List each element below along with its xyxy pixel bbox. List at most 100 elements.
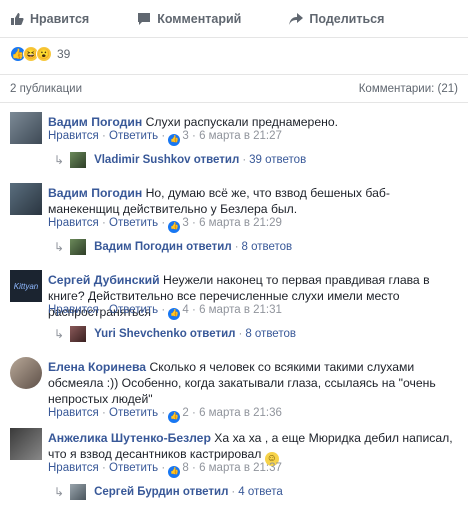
- reply-arrow-icon: ↳: [54, 327, 65, 341]
- comment-actions: Нравится · Ответить · 👍 4 · 6 марта в 21:…: [48, 304, 282, 320]
- comment-timestamp[interactable]: 6 марта в 21:31: [199, 304, 282, 316]
- comment-timestamp[interactable]: 6 марта в 21:29: [199, 217, 282, 229]
- comment: Kittyan Сергей Дубинский Неужели наконец…: [10, 270, 460, 346]
- comment-button[interactable]: Комментарий: [137, 12, 241, 26]
- separator: ·: [238, 328, 243, 340]
- comment-like-count[interactable]: 2: [182, 407, 188, 419]
- comment-author[interactable]: Анжелика Шутенко-Безлер: [48, 431, 211, 445]
- reply-author: Vladimir Sushkov ответил: [94, 154, 240, 166]
- like-badge-icon: 👍: [168, 134, 181, 146]
- comment-reply-link[interactable]: Ответить: [109, 217, 158, 229]
- comment-body: Анжелика Шутенко-Безлер Ха ха ха , а еще…: [48, 430, 458, 466]
- comment-reply-link[interactable]: Ответить: [109, 407, 158, 419]
- comment: Анжелика Шутенко-Безлер Ха ха ха , а еще…: [10, 428, 460, 504]
- comment-reply-link[interactable]: Ответить: [109, 130, 158, 142]
- comment-timestamp[interactable]: 6 марта в 21:37: [199, 462, 282, 474]
- reply-count: 39 ответов: [249, 154, 307, 166]
- separator: ·: [161, 130, 166, 142]
- like-badge-icon: 👍: [168, 411, 181, 423]
- reply-count: 8 ответов: [245, 328, 296, 340]
- reply-arrow-icon: ↳: [54, 240, 65, 254]
- wow-reaction-icon: 😮: [36, 46, 52, 62]
- comment-timestamp[interactable]: 6 марта в 21:27: [199, 130, 282, 142]
- comment-like-link[interactable]: Нравится: [48, 304, 99, 316]
- avatar[interactable]: [10, 357, 42, 389]
- comment-author[interactable]: Вадим Погодин: [48, 115, 142, 129]
- share-comment-bar: 2 публикации Комментарии: (21): [0, 74, 468, 102]
- reply-arrow-icon: ↳: [54, 153, 65, 167]
- share-button[interactable]: Поделиться: [289, 12, 384, 26]
- comment-actions: Нравится · Ответить · 👍 2 · 6 марта в 21:…: [48, 407, 282, 423]
- separator: ·: [231, 486, 236, 498]
- comment-author[interactable]: Сергей Дубинский: [48, 273, 160, 287]
- comment-body: Елена Коринева Сколько я человек со всяк…: [48, 359, 458, 407]
- avatar[interactable]: Kittyan: [10, 270, 42, 302]
- replies-thread-link[interactable]: ↳ Вадим Погодин ответил · 8 ответов: [54, 239, 292, 255]
- separator: ·: [101, 130, 106, 142]
- comment-label: Комментарий: [157, 11, 242, 26]
- separator: ·: [161, 217, 166, 229]
- comment-like-link[interactable]: Нравится: [48, 462, 99, 474]
- separator: ·: [161, 304, 166, 316]
- post-action-bar: Нравится Комментарий Поделиться: [0, 0, 468, 38]
- reactions-count: 39: [57, 47, 71, 61]
- comment: Елена Коринева Сколько я человек со всяк…: [10, 357, 460, 423]
- reply-avatar: [70, 484, 87, 500]
- avatar[interactable]: [10, 428, 42, 460]
- comment-reply-link[interactable]: Ответить: [109, 462, 158, 474]
- reply-avatar: [70, 152, 87, 168]
- like-badge-icon: 👍: [168, 308, 181, 320]
- comment-actions: Нравится · Ответить · 👍 3 · 6 марта в 21:…: [48, 217, 282, 233]
- publications-link[interactable]: 2 публикации: [10, 83, 82, 95]
- reply-author: Сергей Бурдин ответил: [94, 486, 229, 498]
- comment-like-link[interactable]: Нравится: [48, 130, 99, 142]
- like-badge-icon: 👍: [168, 221, 181, 233]
- replies-thread-link[interactable]: ↳ Сергей Бурдин ответил · 4 ответа: [54, 484, 283, 500]
- like-label: Нравится: [30, 11, 90, 26]
- reply-arrow-icon: ↳: [54, 485, 65, 499]
- replies-thread-link[interactable]: ↳ Vladimir Sushkov ответил · 39 ответов: [54, 152, 306, 168]
- comment-author[interactable]: Елена Коринева: [48, 360, 146, 374]
- separator: ·: [192, 304, 196, 316]
- comment-author[interactable]: Вадим Погодин: [48, 186, 142, 200]
- separator: ·: [192, 462, 196, 474]
- separator: ·: [192, 130, 196, 142]
- separator: ·: [101, 217, 106, 229]
- separator: ·: [101, 462, 106, 474]
- comment: Вадим Погодин Но, думаю всё же, что взво…: [10, 183, 460, 259]
- comment-body: Вадим Погодин Но, думаю всё же, что взво…: [48, 185, 458, 217]
- separator: ·: [101, 407, 106, 419]
- comment-reply-link[interactable]: Ответить: [109, 304, 158, 316]
- separator: ·: [234, 241, 239, 253]
- reply-count: 4 ответа: [238, 486, 283, 498]
- reply-count: 8 ответов: [241, 241, 293, 253]
- reply-author: Вадим Погодин ответил: [94, 241, 232, 253]
- replies-thread-link[interactable]: ↳ Yuri Shevchenko ответил · 8 ответов: [54, 326, 296, 342]
- comment-actions: Нравится · Ответить · 👍 3 · 6 марта в 21:…: [48, 130, 282, 146]
- comment-text: Слухи распускали преднамерено.: [145, 115, 338, 129]
- comment-like-count[interactable]: 3: [182, 130, 188, 142]
- reply-avatar: [70, 326, 87, 342]
- reactions-summary[interactable]: 👍 😆 😮 39: [10, 44, 70, 64]
- separator: ·: [161, 462, 166, 474]
- separator: ·: [242, 154, 247, 166]
- like-button[interactable]: Нравится: [10, 12, 89, 26]
- separator: ·: [192, 217, 196, 229]
- separator: ·: [101, 304, 106, 316]
- thumbs-up-icon: [11, 12, 24, 25]
- avatar[interactable]: [10, 112, 42, 144]
- comment-like-count[interactable]: 8: [182, 462, 188, 474]
- like-badge-icon: 👍: [168, 466, 181, 478]
- comment-like-link[interactable]: Нравится: [48, 217, 99, 229]
- comment-actions: Нравится · Ответить · 👍 8 · 6 марта в 21:…: [48, 462, 282, 478]
- comment-like-count[interactable]: 4: [182, 304, 188, 316]
- comments-count[interactable]: Комментарии: (21): [359, 83, 458, 95]
- avatar[interactable]: [10, 183, 42, 215]
- separator: ·: [161, 407, 166, 419]
- comment-like-link[interactable]: Нравится: [48, 407, 99, 419]
- comment: Вадим Погодин Слухи распускали преднамер…: [10, 112, 460, 172]
- avatar-logo-text: Kittyan: [13, 281, 39, 291]
- comment-timestamp[interactable]: 6 марта в 21:36: [199, 407, 282, 419]
- divider: [0, 102, 468, 103]
- comment-like-count[interactable]: 3: [182, 217, 188, 229]
